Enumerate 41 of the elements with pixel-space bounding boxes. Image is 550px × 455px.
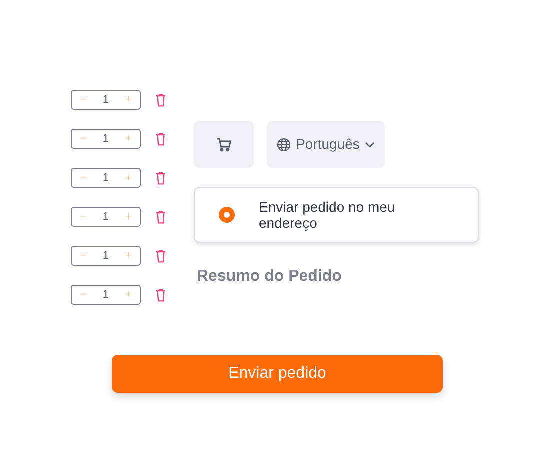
increment-button[interactable]: + — [125, 130, 132, 148]
quantity-stepper[interactable]: − 1 + — [71, 129, 141, 149]
quantity-value: 1 — [102, 210, 110, 225]
quantity-value: 1 — [102, 92, 110, 108]
language-label: Português — [296, 135, 360, 154]
option-label: Enviar pedido no meu endereço — [259, 199, 396, 231]
quantity-stepper[interactable]: − 1 + — [71, 246, 141, 266]
language-button[interactable]: Português — [267, 121, 385, 168]
trash-icon[interactable] — [156, 288, 166, 302]
trash-icon[interactable] — [156, 250, 166, 262]
increment-button[interactable]: + — [125, 208, 132, 226]
decrement-button[interactable]: − — [80, 92, 87, 108]
increment-button[interactable]: + — [125, 286, 132, 304]
increment-button[interactable]: + — [125, 170, 132, 186]
radio-button[interactable] — [219, 207, 235, 223]
quantity-value: 1 — [102, 132, 110, 147]
quantity-value: 1 — [102, 288, 110, 303]
increment-button[interactable]: + — [125, 92, 132, 108]
trash-icon[interactable] — [156, 132, 166, 146]
quantity-stepper[interactable]: − 1 + — [71, 285, 141, 305]
quantity-stepper[interactable]: − 1 + — [71, 168, 141, 188]
decrement-button[interactable]: − — [80, 130, 87, 148]
chevron-down-icon — [364, 142, 375, 148]
quantity-value: 1 — [102, 170, 110, 186]
summary-heading: Resumo do Pedido — [197, 267, 343, 287]
increment-button[interactable]: + — [125, 248, 132, 264]
quantity-stepper[interactable]: − 1 + — [71, 90, 141, 110]
trash-icon[interactable] — [156, 94, 166, 106]
globe-icon — [277, 138, 292, 152]
quantity-value: 1 — [102, 248, 110, 264]
decrement-button[interactable]: − — [80, 208, 87, 226]
decrement-button[interactable]: − — [80, 248, 87, 264]
decrement-button[interactable]: − — [80, 170, 87, 186]
cart-button[interactable] — [194, 121, 254, 168]
delivery-option[interactable]: Enviar pedido no meu endereço — [194, 187, 479, 243]
decrement-button[interactable]: − — [80, 286, 87, 304]
trash-icon[interactable] — [156, 172, 166, 184]
trash-icon[interactable] — [156, 210, 166, 224]
cart-icon — [216, 138, 232, 152]
quantity-stepper[interactable]: − 1 + — [71, 207, 141, 227]
submit-button[interactable]: Enviar pedido — [112, 355, 443, 393]
